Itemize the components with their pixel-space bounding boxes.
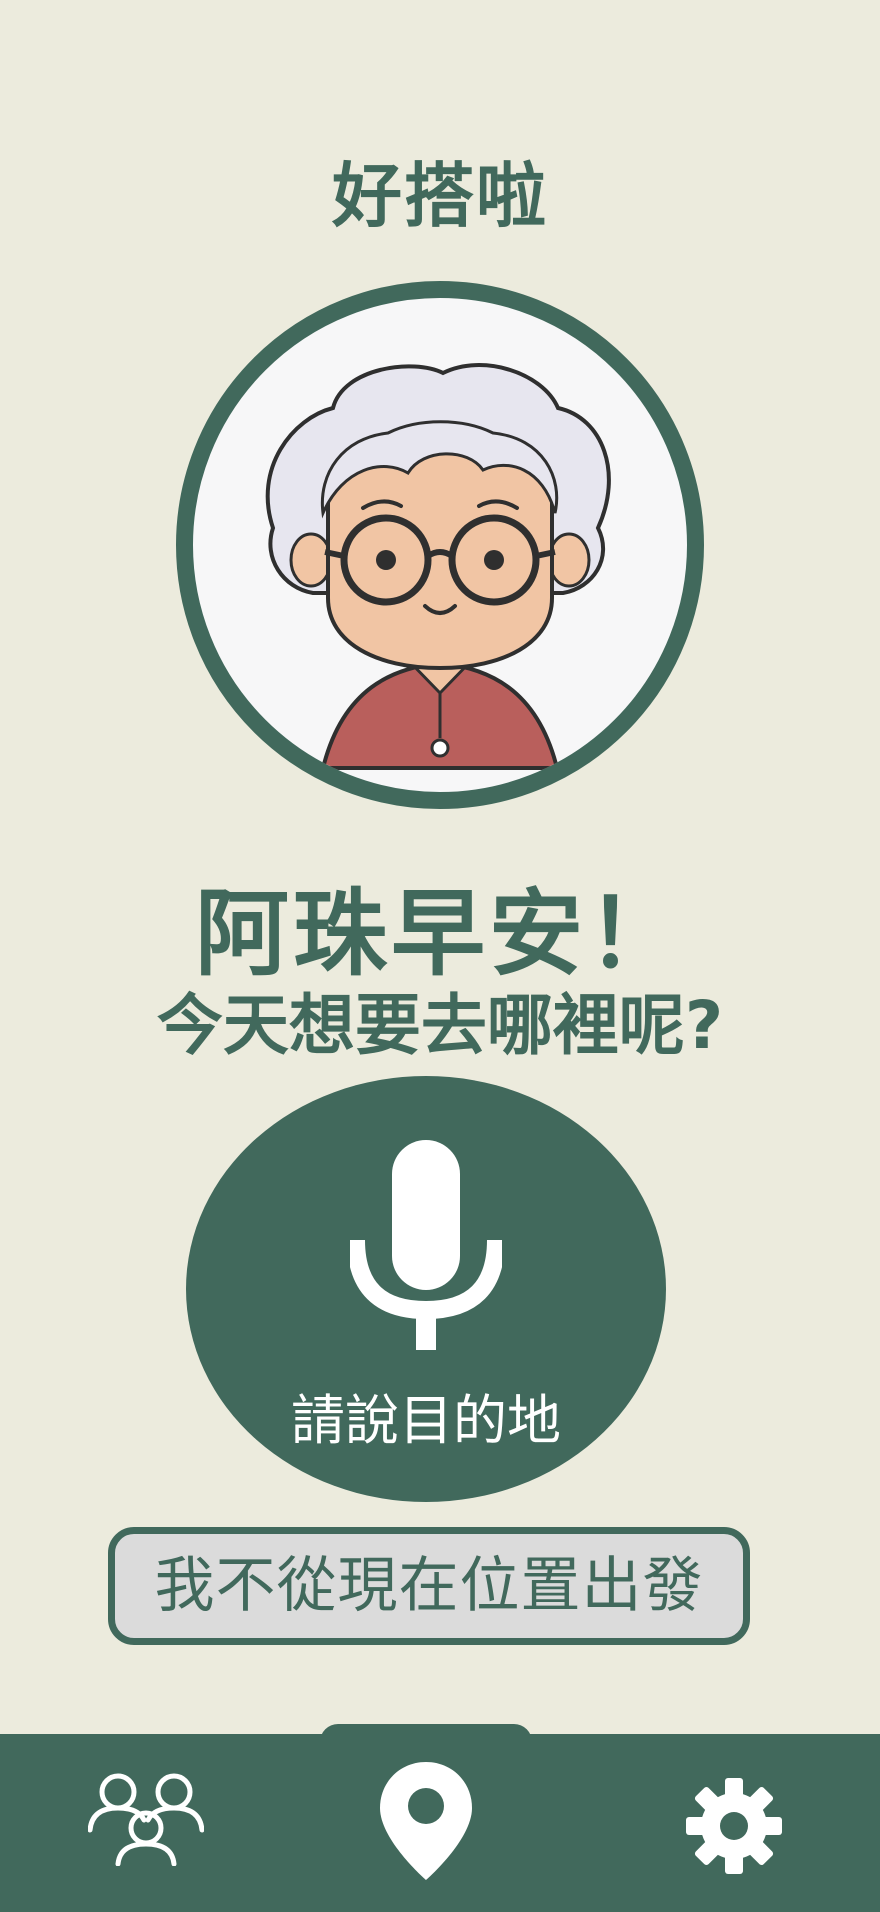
home-screen: 好搭啦 阿珠早安！ 今天想要去哪裡呢? 請說目的地 我不從現在位置出發 <box>0 0 880 1912</box>
nav-settings-tab[interactable] <box>686 1778 782 1874</box>
nav-location-tab[interactable] <box>380 1762 472 1880</box>
gear-icon <box>686 1778 782 1874</box>
profile-avatar <box>176 281 704 809</box>
alt-start-location-button[interactable]: 我不從現在位置出發 <box>108 1527 750 1645</box>
location-pin-icon <box>380 1762 472 1880</box>
app-title: 好搭啦 <box>332 155 548 237</box>
destination-question: 今天想要去哪裡呢? <box>156 987 724 1064</box>
microphone-icon <box>350 1140 502 1350</box>
people-icon <box>88 1773 204 1866</box>
voice-input-label: 請說目的地 <box>291 1389 561 1452</box>
voice-input-button[interactable]: 請說目的地 <box>186 1076 666 1502</box>
nav-friends-tab[interactable] <box>88 1770 204 1866</box>
grandma-avatar-icon <box>265 363 611 770</box>
